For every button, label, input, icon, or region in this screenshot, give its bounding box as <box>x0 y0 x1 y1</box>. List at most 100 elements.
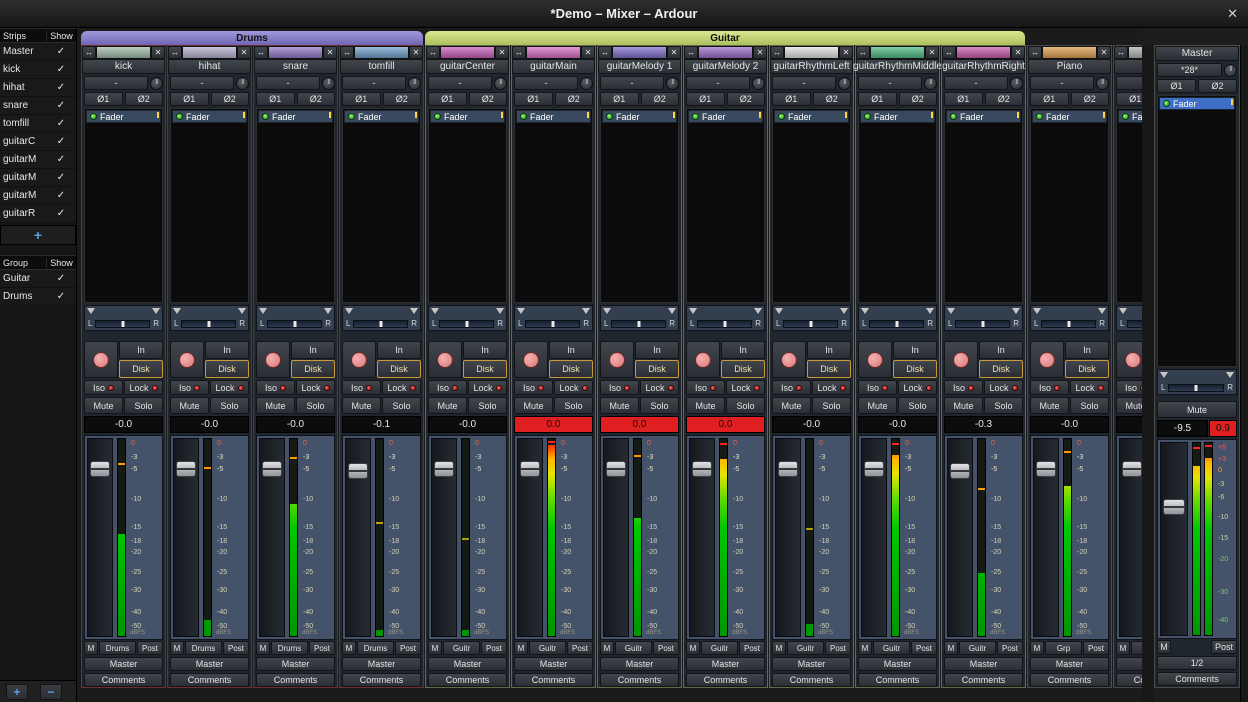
strip-width-button[interactable]: ↔ <box>770 46 784 59</box>
strip-width-button[interactable]: ↔ <box>340 46 354 59</box>
meter-point-button[interactable]: Post <box>309 641 335 655</box>
master-input-button[interactable]: *28* <box>1157 63 1222 77</box>
record-arm-button[interactable] <box>858 341 892 378</box>
comments-button[interactable]: Comments <box>1116 673 1142 687</box>
metering-button[interactable]: M <box>256 641 270 655</box>
strip-name-button[interactable]: guitarCenter <box>426 59 509 74</box>
monitor-disk-button[interactable]: Disk <box>549 360 593 378</box>
visible-checkbox[interactable]: ✓ <box>46 82 76 93</box>
visible-checkbox[interactable]: ✓ <box>46 291 76 302</box>
master-phase-2-button[interactable]: Ø2 <box>1198 79 1237 93</box>
list-item[interactable]: hihat✓ <box>0 79 76 97</box>
phase-1-button[interactable]: Ø1 <box>1030 92 1069 106</box>
strip-color-band[interactable] <box>526 46 581 59</box>
master-fader-processor[interactable]: Fader <box>1159 97 1235 110</box>
fader-slider[interactable] <box>861 438 887 637</box>
panner[interactable]: L R <box>84 305 163 331</box>
solo-button[interactable]: Solo <box>726 397 765 414</box>
monitor-input-button[interactable]: In <box>979 341 1023 359</box>
phase-2-button[interactable]: Ø2 <box>813 92 852 106</box>
strip-color-band[interactable] <box>440 46 495 59</box>
record-arm-button[interactable] <box>342 341 376 378</box>
fader-slider[interactable] <box>689 438 715 637</box>
panner[interactable]: L R <box>1116 305 1142 331</box>
phase-2-button[interactable]: Ø2 <box>985 92 1024 106</box>
comments-button[interactable]: Comments <box>1030 673 1109 687</box>
meter-point-button[interactable]: Post <box>911 641 937 655</box>
panner[interactable]: L R <box>170 305 249 331</box>
group-button[interactable]: Guitr <box>615 641 652 655</box>
group-tab-guitar[interactable]: Guitar <box>425 31 1025 45</box>
monitor-disk-button[interactable]: Disk <box>291 360 335 378</box>
metering-button[interactable]: M <box>858 641 872 655</box>
gain-display[interactable]: -0.0 <box>84 416 163 433</box>
metering-button[interactable]: M <box>514 641 528 655</box>
strip-hide-button[interactable]: ✕ <box>409 46 423 59</box>
master-phase-1-button[interactable]: Ø1 <box>1157 79 1196 93</box>
visible-checkbox[interactable]: ✓ <box>46 46 76 57</box>
solo-isolate-button[interactable]: Iso <box>1030 380 1069 395</box>
trim-knob[interactable] <box>494 77 507 90</box>
input-button[interactable]: - <box>514 76 578 90</box>
strip-width-button[interactable]: ↔ <box>426 46 440 59</box>
phase-1-button[interactable]: Ø1 <box>256 92 295 106</box>
meter-point-button[interactable]: Post <box>739 641 765 655</box>
solo-isolate-button[interactable]: Iso <box>858 380 897 395</box>
fader-slider[interactable] <box>87 438 113 637</box>
solo-isolate-button[interactable]: Iso <box>514 380 553 395</box>
solo-isolate-button[interactable]: Iso <box>84 380 123 395</box>
processor-box[interactable]: Fader <box>514 108 593 303</box>
pan-track[interactable] <box>181 320 236 328</box>
visible-checkbox[interactable]: ✓ <box>46 64 76 75</box>
phase-1-button[interactable]: Ø1 <box>514 92 553 106</box>
group-button[interactable]: Guitr <box>443 641 480 655</box>
input-button[interactable]: - <box>858 76 922 90</box>
solo-button[interactable]: Solo <box>468 397 507 414</box>
solo-button[interactable]: Solo <box>984 397 1023 414</box>
gain-display[interactable]: -0.1 <box>342 416 421 433</box>
panner[interactable]: L R <box>1030 305 1109 331</box>
strip-color-band[interactable] <box>268 46 323 59</box>
comments-button[interactable]: Comments <box>170 673 249 687</box>
processor-box[interactable]: Fader <box>428 108 507 303</box>
input-button[interactable]: - <box>1030 76 1094 90</box>
right-scroll-gutter[interactable] <box>1240 45 1248 702</box>
monitor-input-button[interactable]: In <box>1065 341 1109 359</box>
processor-box[interactable]: Fader <box>686 108 765 303</box>
fader-handle[interactable] <box>950 463 970 479</box>
strip-hide-button[interactable]: ✕ <box>753 46 767 59</box>
processor-active-led[interactable] <box>1036 113 1043 120</box>
solo-button[interactable]: Solo <box>898 397 937 414</box>
meter-point-button[interactable]: Post <box>223 641 249 655</box>
mute-button[interactable]: Mute <box>772 397 811 414</box>
phase-1-button[interactable]: Ø1 <box>944 92 983 106</box>
processor-box[interactable]: Fader <box>1030 108 1109 303</box>
solo-button[interactable]: Solo <box>210 397 249 414</box>
solo-lock-button[interactable]: Lock <box>640 380 679 395</box>
fader-slider[interactable] <box>173 438 199 637</box>
output-button[interactable]: Master <box>686 657 765 671</box>
panner[interactable]: L R <box>686 305 765 331</box>
list-item[interactable]: snare✓ <box>0 97 76 115</box>
master-comments-button[interactable]: Comments <box>1157 672 1237 686</box>
list-item[interactable]: guitarM✓ <box>0 187 76 205</box>
processor-active-led[interactable] <box>176 113 183 120</box>
panner[interactable]: L R <box>600 305 679 331</box>
phase-1-button[interactable]: Ø1 <box>858 92 897 106</box>
mute-button[interactable]: Mute <box>686 397 725 414</box>
master-fader-slider[interactable] <box>1160 442 1188 636</box>
solo-lock-button[interactable]: Lock <box>1070 380 1109 395</box>
mute-button[interactable]: Mute <box>84 397 123 414</box>
mute-button[interactable]: Mute <box>1030 397 1069 414</box>
monitor-disk-button[interactable]: Disk <box>463 360 507 378</box>
input-button[interactable]: - <box>600 76 664 90</box>
master-panner[interactable]: L R <box>1157 369 1237 395</box>
mute-button[interactable]: Mute <box>256 397 295 414</box>
monitor-disk-button[interactable]: Disk <box>721 360 765 378</box>
monitor-input-button[interactable]: In <box>807 341 851 359</box>
panner[interactable]: L R <box>514 305 593 331</box>
output-button[interactable]: Master <box>256 657 335 671</box>
trim-knob[interactable] <box>408 77 421 90</box>
processor-box[interactable]: Fader <box>600 108 679 303</box>
monitor-input-button[interactable]: In <box>205 341 249 359</box>
